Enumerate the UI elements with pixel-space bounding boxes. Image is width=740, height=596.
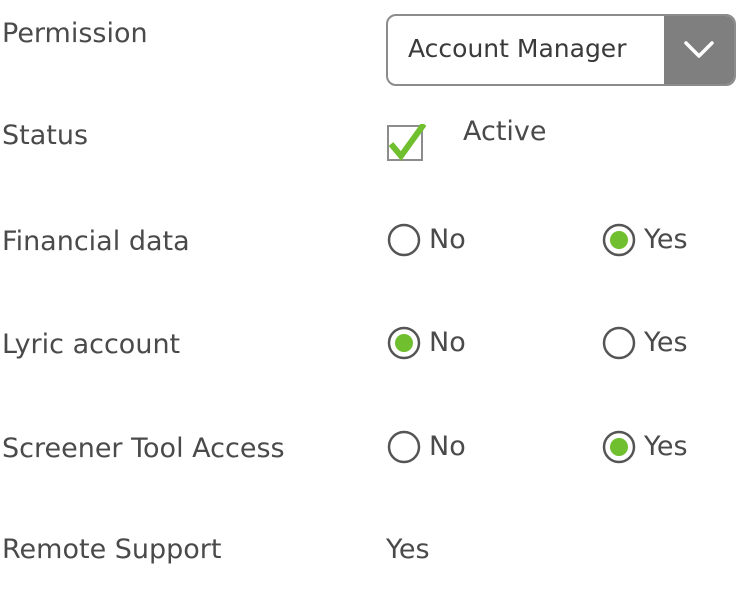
chevron-down-icon <box>684 41 714 58</box>
permission-select[interactable]: Account Manager <box>386 14 736 86</box>
radio-selected-icon <box>387 326 421 360</box>
radio-selected-icon <box>602 223 636 257</box>
screener-tool-access-row: Screener Tool Access No Yes <box>0 429 740 489</box>
permission-dropdown-button[interactable] <box>664 16 734 84</box>
financial-data-row: Financial data No Yes <box>0 222 740 282</box>
remote-support-label: Remote Support <box>2 534 222 565</box>
status-active-label: Active <box>463 116 547 147</box>
permission-row: Permission Account Manager <box>0 14 740 86</box>
screener-tool-access-no-label: No <box>429 431 466 462</box>
radio-selected-icon <box>602 430 636 464</box>
radio-unselected-icon <box>387 430 421 464</box>
radio-unselected-icon <box>387 223 421 257</box>
screener-tool-access-label: Screener Tool Access <box>2 433 285 464</box>
remote-support-row: Remote Support Yes <box>0 536 740 596</box>
permission-select-value: Account Manager <box>408 34 627 63</box>
radio-unselected-icon <box>602 326 636 360</box>
lyric-account-no-label: No <box>429 327 466 358</box>
financial-data-yes-label: Yes <box>644 224 688 255</box>
lyric-account-yes-label: Yes <box>644 327 688 358</box>
financial-data-label: Financial data <box>2 226 190 257</box>
permission-label: Permission <box>2 18 148 49</box>
status-row: Status Active <box>0 118 740 178</box>
lyric-account-label: Lyric account <box>2 329 181 360</box>
user-permissions-form: Permission Account Manager Status Active… <box>0 0 740 571</box>
remote-support-value: Yes <box>386 534 430 565</box>
status-checkbox[interactable] <box>386 124 426 164</box>
financial-data-no-label: No <box>429 224 466 255</box>
lyric-account-row: Lyric account No Yes <box>0 325 740 385</box>
screener-tool-access-yes-label: Yes <box>644 431 688 462</box>
status-label: Status <box>2 120 89 151</box>
